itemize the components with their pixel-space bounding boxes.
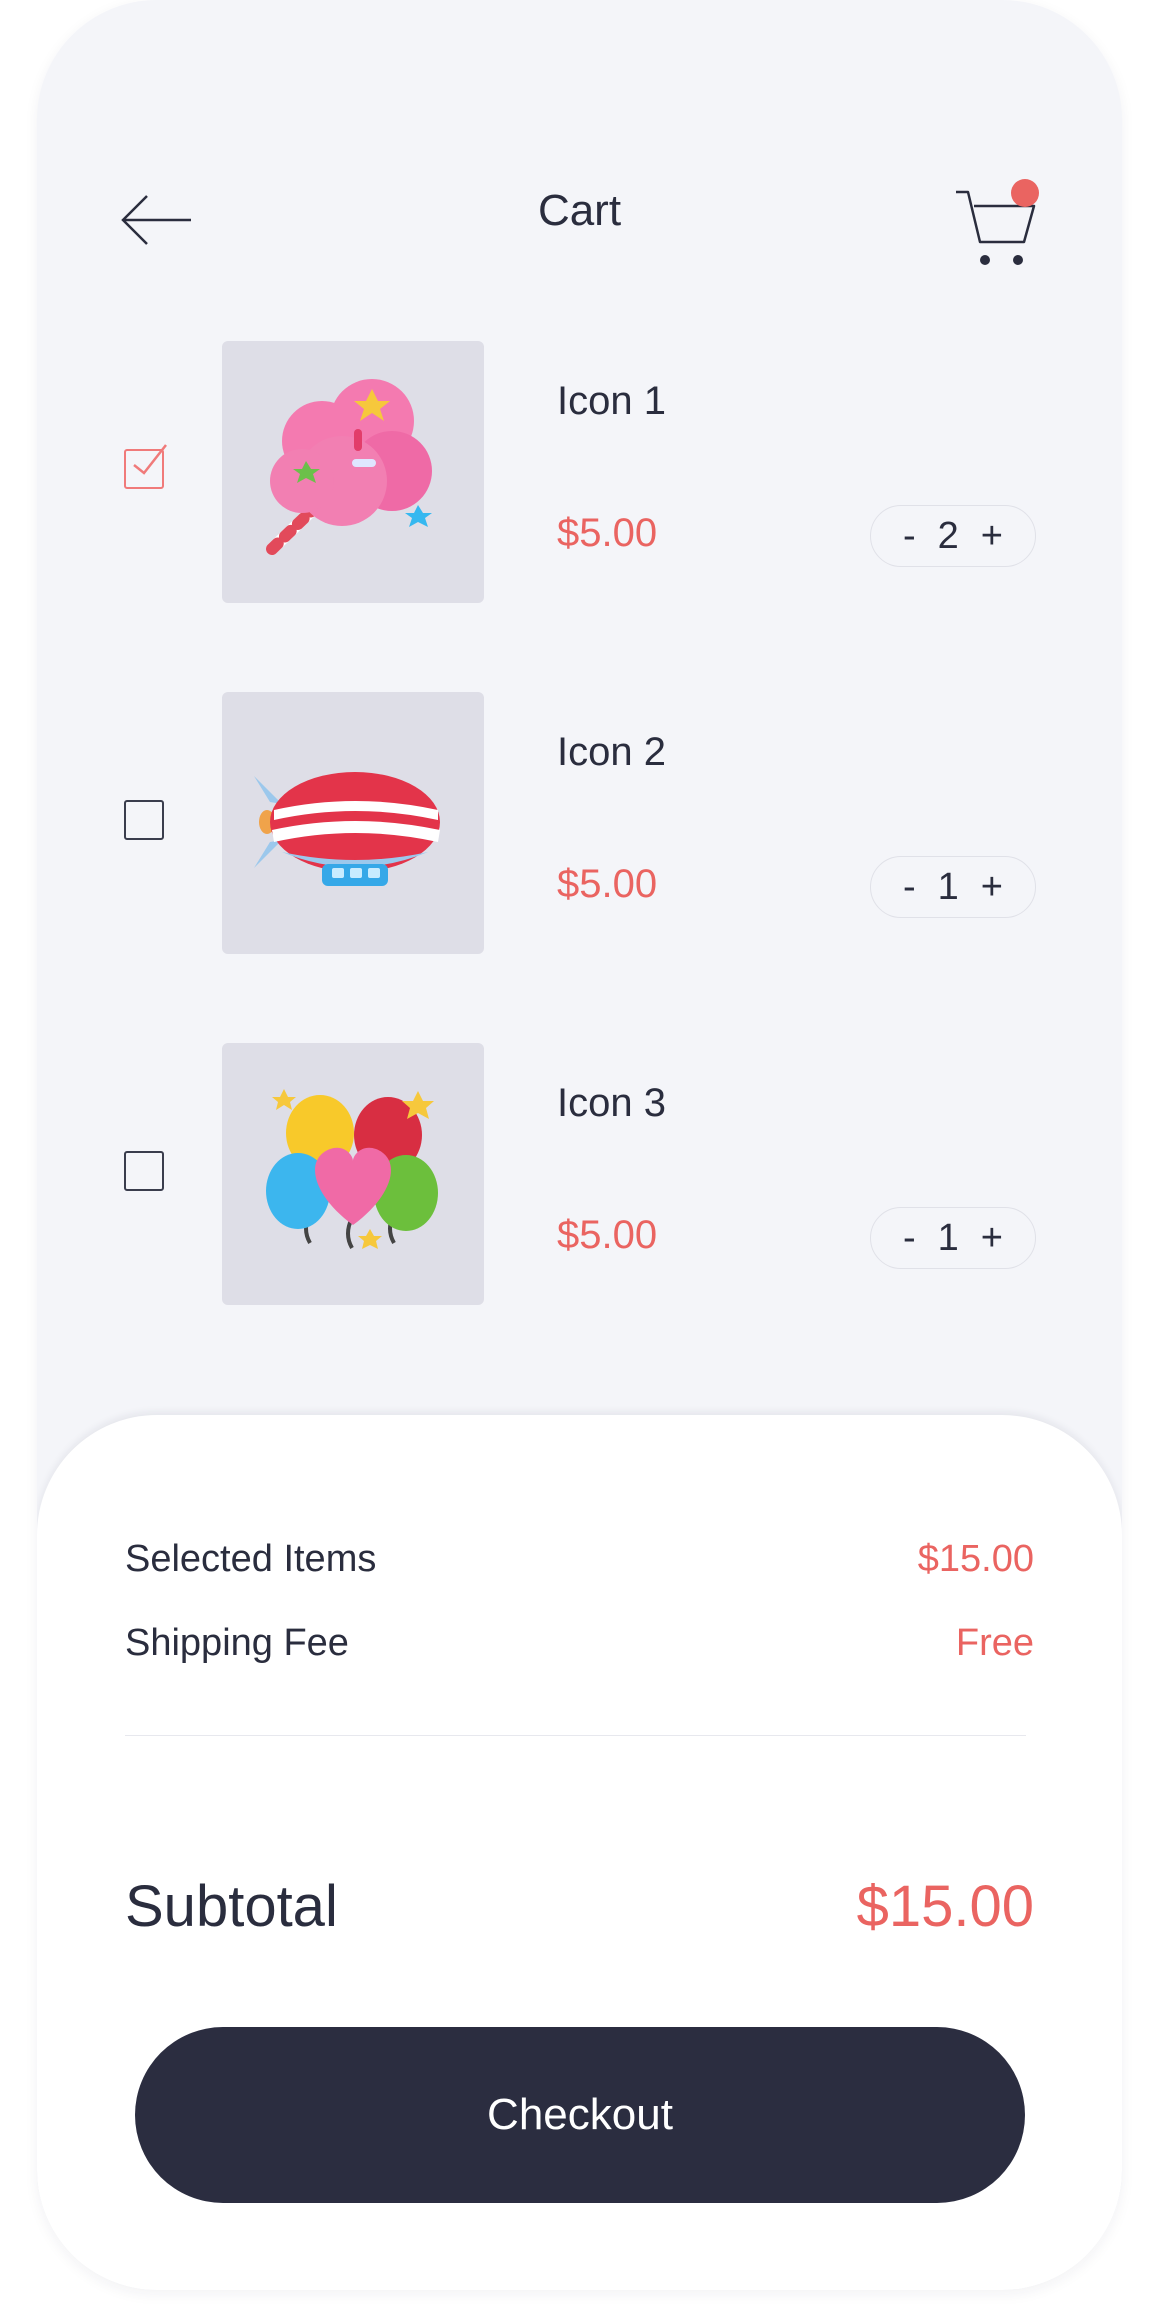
cart-item: Icon 3 $5.00 - 1 +: [37, 1043, 1122, 1305]
shipping-fee-label: Shipping Fee: [125, 1622, 349, 1664]
checkout-button[interactable]: Checkout: [135, 2027, 1025, 2203]
increase-button[interactable]: +: [981, 866, 1003, 909]
item-price: $5.00: [557, 862, 658, 906]
item-image: [222, 1043, 484, 1305]
shipping-fee-value: Free: [955, 1622, 1034, 1664]
increase-button[interactable]: +: [981, 515, 1003, 558]
order-summary: Selected Items $15.00 Shipping Fee Free …: [37, 1415, 1122, 2290]
decrease-button[interactable]: -: [903, 1217, 916, 1260]
item-image: [222, 341, 484, 603]
quantity-stepper: - 1 +: [870, 1207, 1036, 1269]
cotton-candy-icon: [266, 379, 432, 555]
decrease-button[interactable]: -: [903, 515, 916, 558]
cart-item: Icon 1 $5.00 - 2 +: [37, 341, 1122, 603]
item-name: Icon 1: [557, 379, 666, 423]
item-price: $5.00: [557, 1213, 658, 1257]
cart-badge: [1011, 179, 1039, 207]
decrease-button[interactable]: -: [903, 866, 916, 909]
item-checkbox[interactable]: [124, 800, 164, 840]
subtotal-value: $15.00: [856, 1874, 1034, 1939]
divider: [125, 1735, 1026, 1736]
cart-button[interactable]: [954, 178, 1044, 268]
selected-items-label: Selected Items: [125, 1538, 377, 1580]
quantity-value: 1: [937, 865, 959, 908]
quantity-stepper: - 2 +: [870, 505, 1036, 567]
quantity-value: 2: [937, 514, 959, 557]
quantity-value: 1: [937, 1216, 959, 1259]
phone-screen: Cart Icon 1 $5.00 - 2 + Icon 2 $5.00 - 1…: [37, 0, 1122, 2290]
item-name: Icon 2: [557, 730, 666, 774]
item-price: $5.00: [557, 511, 658, 555]
item-checkbox[interactable]: [124, 1151, 164, 1191]
cart-item: Icon 2 $5.00 - 1 +: [37, 692, 1122, 954]
item-image: [222, 692, 484, 954]
selected-items-value: $15.00: [917, 1538, 1034, 1580]
increase-button[interactable]: +: [981, 1217, 1003, 1260]
item-checkbox[interactable]: [124, 444, 167, 489]
subtotal-label: Subtotal: [125, 1874, 338, 1939]
item-name: Icon 3: [557, 1081, 666, 1125]
airship-icon: [254, 772, 440, 886]
check-icon: [133, 444, 167, 475]
balloons-icon: [266, 1089, 438, 1249]
quantity-stepper: - 1 +: [870, 856, 1036, 918]
shopping-cart-icon: [956, 179, 1039, 265]
header: Cart: [37, 150, 1122, 270]
